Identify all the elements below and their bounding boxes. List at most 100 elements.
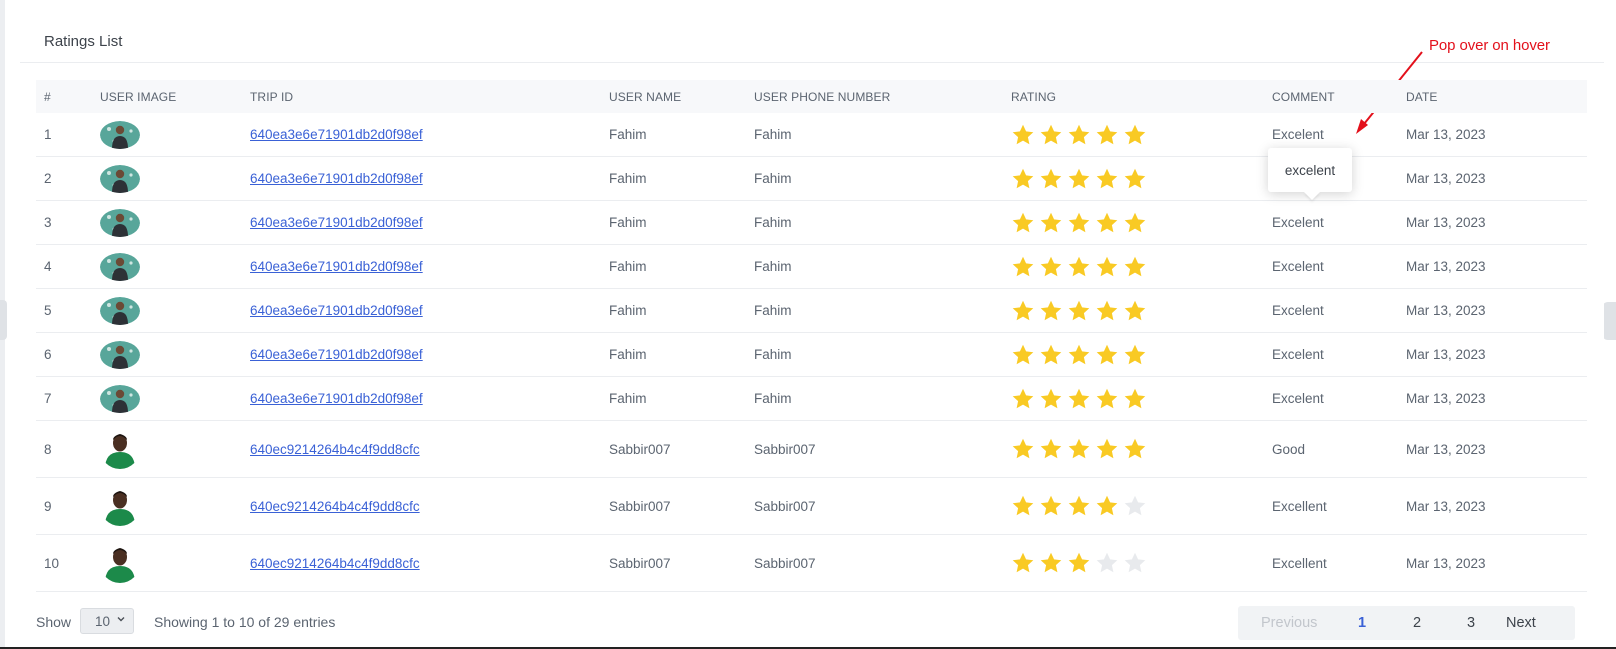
pagination-page-2[interactable]: 2	[1413, 615, 1421, 631]
star-filled-icon	[1068, 344, 1090, 364]
col-header-comment[interactable]: COMMENT	[1264, 80, 1398, 113]
cell-user-name: Fahim	[601, 376, 746, 421]
col-header-number[interactable]: #	[36, 80, 92, 113]
cell-user-image	[92, 244, 242, 289]
col-header-trip-id[interactable]: TRIP ID	[242, 80, 601, 113]
annotation-label: Pop over on hover	[1429, 37, 1550, 54]
table-row: 5 640ea3e6e71901db2d0f98ef Fahim Fahim Excel…	[36, 288, 1587, 333]
trip-id-link[interactable]: 640ea3e6e71901db2d0f98ef	[250, 347, 423, 362]
cell-number: 5	[36, 288, 92, 333]
avatar	[100, 429, 234, 469]
trip-id-link[interactable]: 640ea3e6e71901db2d0f98ef	[250, 171, 423, 186]
avatar	[100, 120, 234, 149]
star-filled-icon	[1068, 256, 1090, 276]
trip-id-link[interactable]: 640ec9214264b4c4f9dd8cfc	[250, 499, 420, 514]
cell-user-name: Fahim	[601, 113, 746, 157]
col-header-date[interactable]: DATE	[1398, 80, 1587, 113]
avatar	[100, 340, 234, 369]
cell-number: 4	[36, 244, 92, 289]
star-empty-icon	[1124, 495, 1146, 516]
card-divider	[20, 62, 1604, 63]
pagination-page-3[interactable]: 3	[1467, 615, 1475, 631]
star-filled-icon	[1012, 438, 1034, 459]
trip-id-link[interactable]: 640ec9214264b4c4f9dd8cfc	[250, 442, 420, 457]
cell-comment[interactable]: Excelent	[1264, 376, 1398, 421]
star-filled-icon	[1040, 256, 1062, 276]
card-title: Ratings List	[44, 33, 123, 50]
star-filled-icon	[1096, 300, 1118, 320]
cell-user-name: Fahim	[601, 156, 746, 201]
cell-comment[interactable]: Excelent	[1264, 332, 1398, 377]
popover-text: excelent	[1284, 162, 1336, 178]
trip-id-link[interactable]: 640ea3e6e71901db2d0f98ef	[250, 259, 423, 274]
table-info: Showing 1 to 10 of 29 entries	[154, 614, 336, 630]
cell-comment[interactable]: Excelent	[1264, 288, 1398, 333]
trip-id-link[interactable]: 640ea3e6e71901db2d0f98ef	[250, 127, 423, 142]
pagination-page-1[interactable]: 1	[1358, 615, 1366, 631]
trip-id-link[interactable]: 640ea3e6e71901db2d0f98ef	[250, 215, 423, 230]
star-filled-icon	[1124, 300, 1146, 320]
cell-number: 1	[36, 113, 92, 157]
pagination-previous[interactable]: Previous	[1261, 615, 1317, 631]
cell-comment[interactable]: Excellent	[1264, 534, 1398, 592]
right-panel-toggle[interactable]	[1602, 302, 1616, 340]
cell-rating	[1003, 156, 1264, 201]
table-header-row: # USER IMAGE TRIP ID USER NAME USER PHON…	[36, 80, 1587, 113]
trip-id-link[interactable]: 640ec9214264b4c4f9dd8cfc	[250, 556, 420, 571]
cell-trip-id: 640ec9214264b4c4f9dd8cfc	[242, 477, 601, 535]
trip-id-link[interactable]: 640ea3e6e71901db2d0f98ef	[250, 391, 423, 406]
cell-trip-id: 640ec9214264b4c4f9dd8cfc	[242, 534, 601, 592]
cell-number: 7	[36, 376, 92, 421]
cell-date: Mar 13, 2023	[1398, 200, 1587, 245]
cell-trip-id: 640ea3e6e71901db2d0f98ef	[242, 113, 601, 157]
cell-rating	[1003, 332, 1264, 377]
star-filled-icon	[1124, 256, 1146, 276]
page-length-value: 10	[95, 613, 111, 629]
cell-user-image	[92, 376, 242, 421]
col-header-user-name[interactable]: USER NAME	[601, 80, 746, 113]
star-filled-icon	[1124, 438, 1146, 459]
cell-user-name: Fahim	[601, 200, 746, 245]
page-length-select[interactable]: 10	[80, 608, 134, 634]
col-header-rating[interactable]: RATING	[1003, 80, 1264, 113]
star-filled-icon	[1012, 212, 1034, 232]
rating-stars	[1011, 255, 1256, 279]
cell-rating	[1003, 376, 1264, 421]
cell-date: Mar 13, 2023	[1398, 288, 1587, 333]
cell-date: Mar 13, 2023	[1398, 332, 1587, 377]
rating-stars	[1011, 551, 1256, 575]
col-header-phone[interactable]: USER PHONE NUMBER	[746, 80, 1003, 113]
table-row: 6 640ea3e6e71901db2d0f98ef Fahim Fahim Excel…	[36, 332, 1587, 377]
cell-phone: Fahim	[746, 376, 1003, 421]
star-filled-icon	[1012, 344, 1034, 364]
star-filled-icon	[1012, 256, 1034, 276]
star-filled-icon	[1068, 388, 1090, 408]
star-filled-icon	[1124, 124, 1146, 144]
star-filled-icon	[1068, 124, 1090, 144]
star-empty-icon	[1096, 552, 1118, 573]
cell-user-name: Fahim	[601, 244, 746, 289]
cell-comment[interactable]: Excelent	[1264, 200, 1398, 245]
cell-user-image	[92, 113, 242, 157]
cell-rating	[1003, 288, 1264, 333]
cell-comment[interactable]: Good	[1264, 420, 1398, 478]
cell-trip-id: 640ea3e6e71901db2d0f98ef	[242, 288, 601, 333]
cell-trip-id: 640ea3e6e71901db2d0f98ef	[242, 200, 601, 245]
rating-stars	[1011, 123, 1256, 147]
star-filled-icon	[1012, 552, 1034, 573]
cell-date: Mar 13, 2023	[1398, 156, 1587, 201]
star-filled-icon	[1124, 168, 1146, 188]
cell-comment[interactable]: Excelent	[1264, 244, 1398, 289]
table-row: 4 640ea3e6e71901db2d0f98ef Fahim Fahim Excel…	[36, 244, 1587, 289]
star-filled-icon	[1096, 256, 1118, 276]
star-filled-icon	[1040, 438, 1062, 459]
avatar	[100, 296, 234, 325]
col-header-user-image[interactable]: USER IMAGE	[92, 80, 242, 113]
left-sidebar-toggle[interactable]	[0, 300, 7, 340]
cell-phone: Sabbir007	[746, 534, 1003, 592]
rating-stars	[1011, 387, 1256, 411]
trip-id-link[interactable]: 640ea3e6e71901db2d0f98ef	[250, 303, 423, 318]
cell-comment[interactable]: Excellent	[1264, 477, 1398, 535]
cell-date: Mar 13, 2023	[1398, 376, 1587, 421]
pagination-next[interactable]: Next	[1506, 615, 1536, 631]
